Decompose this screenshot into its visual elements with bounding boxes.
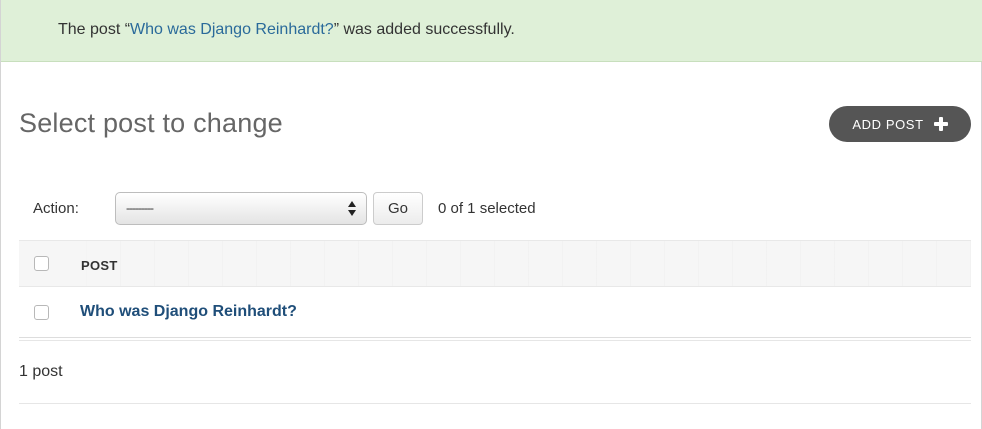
column-header-post[interactable]: POST (81, 258, 118, 273)
success-message: The post “Who was Django Reinhardt?” was… (58, 21, 515, 39)
success-message-bar: The post “Who was Django Reinhardt?” was… (1, 0, 982, 62)
message-prefix: The post “ (58, 21, 131, 38)
actions-bar: Action: --------- Go 0 of 1 selected (1, 186, 982, 234)
table-row: Who was Django Reinhardt? (19, 287, 971, 338)
selection-counter: 0 of 1 selected (438, 200, 536, 217)
action-select[interactable]: --------- (115, 192, 367, 225)
admin-changelist-page: The post “Who was Django Reinhardt?” was… (0, 0, 982, 429)
add-post-button-label: ADD POST (852, 116, 924, 132)
header-background (19, 241, 971, 286)
action-select-value: --------- (126, 201, 154, 215)
message-suffix: ” was added successfully. (333, 21, 515, 38)
message-post-link[interactable]: Who was Django Reinhardt? (130, 21, 334, 38)
table-header-row: POST (19, 240, 971, 287)
paginator: 1 post (19, 340, 971, 404)
post-title-link[interactable]: Who was Django Reinhardt? (80, 303, 297, 321)
plus-icon (933, 117, 948, 131)
row-select-checkbox[interactable] (34, 305, 49, 320)
select-all-checkbox[interactable] (34, 256, 49, 271)
add-post-button[interactable]: ADD POST (829, 106, 971, 142)
action-label: Action: (33, 200, 79, 217)
updown-arrows-icon (348, 201, 356, 216)
page-title: Select post to change (19, 108, 283, 138)
result-list-table: POST Who was Django Reinhardt? (19, 240, 971, 338)
result-count: 1 post (19, 363, 63, 380)
go-button[interactable]: Go (373, 192, 423, 225)
